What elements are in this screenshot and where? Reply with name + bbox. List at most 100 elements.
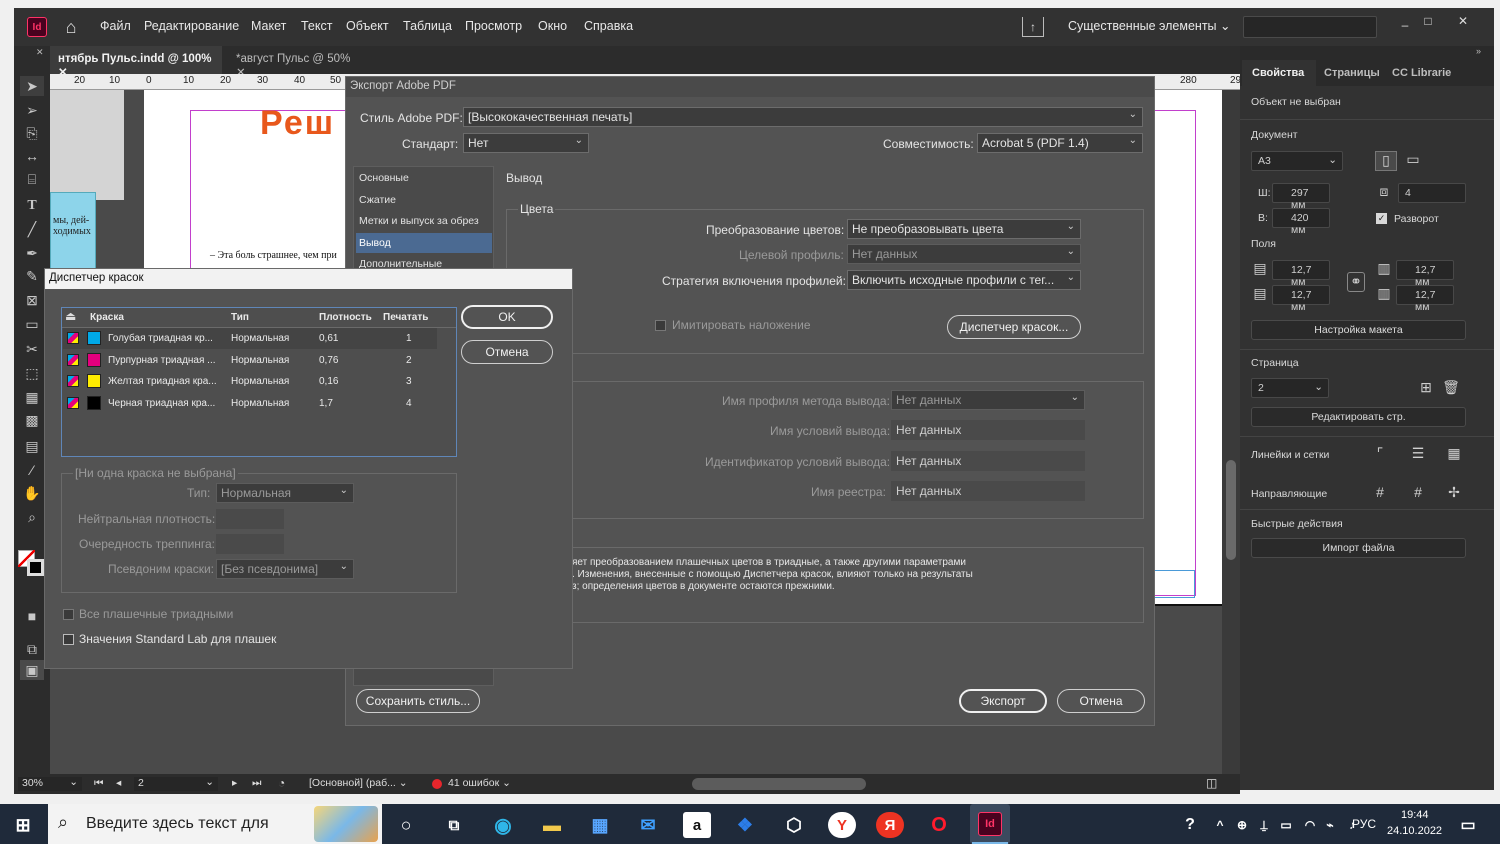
- fill-stroke-swatch[interactable]: [18, 550, 44, 576]
- menu-item-layout[interactable]: Макет: [251, 19, 286, 33]
- direct-selection-tool-icon[interactable]: ➢: [20, 100, 44, 120]
- standard-lab-checkbox[interactable]: [63, 634, 74, 645]
- nav-compression[interactable]: Сжатие: [356, 190, 492, 210]
- horizontal-scrollbar[interactable]: [692, 778, 866, 790]
- menu-item-type[interactable]: Текст: [301, 19, 332, 33]
- margin-left-field[interactable]: 12,7 мм: [1396, 260, 1454, 288]
- notifications-icon[interactable]: ▭: [1454, 812, 1482, 838]
- preflight-errors[interactable]: 41 ошибок ⌄: [448, 777, 511, 789]
- edge-icon[interactable]: ◉: [489, 812, 517, 838]
- hand-tool-icon[interactable]: ✋: [20, 483, 44, 503]
- minimize-icon[interactable]: –: [1394, 16, 1416, 34]
- save-preset-button[interactable]: Сохранить стиль...: [356, 689, 480, 713]
- compatibility-select[interactable]: Acrobat 5 (PDF 1.4) ⌄: [977, 133, 1143, 153]
- menu-item-table[interactable]: Таблица: [403, 19, 452, 33]
- gradient-swatch-tool-icon[interactable]: ▦: [20, 387, 44, 407]
- app-icon[interactable]: ⬡: [780, 812, 808, 838]
- margin-bottom-field[interactable]: 12,7 мм: [1272, 285, 1330, 313]
- input-language[interactable]: РУС: [1352, 817, 1376, 831]
- search-field[interactable]: [1243, 16, 1377, 38]
- width-field[interactable]: 297 мм: [1272, 183, 1330, 211]
- zoom-tool-icon[interactable]: ⌕: [20, 507, 44, 527]
- pages-count-field[interactable]: 4: [1398, 183, 1466, 203]
- gradient-feather-tool-icon[interactable]: ▩: [20, 410, 44, 430]
- tab-document-august[interactable]: *август Пульс @ 50% ✕: [228, 46, 368, 79]
- close-icon[interactable]: ✕: [1452, 12, 1474, 30]
- tab-properties[interactable]: Свойства: [1242, 60, 1316, 86]
- layout-adjustment-button[interactable]: Настройка макета: [1251, 320, 1466, 340]
- nav-general[interactable]: Основные: [356, 168, 492, 188]
- yandex-browser-icon[interactable]: Y: [828, 812, 856, 838]
- windows-start-icon[interactable]: ⊞: [9, 812, 37, 838]
- margin-top-field[interactable]: 12,7 мм: [1272, 260, 1330, 288]
- ink-row[interactable]: Желтая триадная кра... Нормальная 0,16 3: [63, 371, 437, 392]
- menu-item-help[interactable]: Справка: [584, 19, 633, 33]
- color-conversion-select[interactable]: Не преобразовывать цвета ⌄: [847, 219, 1081, 239]
- ok-button[interactable]: OK: [461, 305, 553, 329]
- tab-cc-libraries[interactable]: CC Librarie: [1392, 67, 1451, 79]
- rulers-icon[interactable]: ⌜: [1369, 445, 1391, 465]
- profile-policy-select[interactable]: Включить исходные профили с тег... ⌄: [847, 270, 1081, 290]
- panel-menu-icon[interactable]: »: [1476, 46, 1481, 56]
- edit-page-button[interactable]: Редактировать стр.: [1251, 407, 1466, 427]
- page-number-field[interactable]: 2 ⌄: [134, 776, 218, 791]
- ink-row[interactable]: Пурпурная триадная ... Нормальная 0,76 2: [63, 350, 437, 371]
- smart-guides-icon[interactable]: #: [1407, 484, 1429, 504]
- cancel-button[interactable]: Отмена: [461, 340, 553, 364]
- mail-icon[interactable]: ✉: [634, 812, 662, 838]
- height-field[interactable]: 420 мм: [1272, 208, 1330, 236]
- type-tool-icon[interactable]: T: [20, 196, 44, 216]
- home-icon[interactable]: ⌂: [60, 16, 82, 38]
- menu-item-view[interactable]: Просмотр: [465, 19, 522, 33]
- cancel-button[interactable]: Отмена: [1057, 689, 1145, 713]
- clock-date[interactable]: 24.10.2022: [1387, 825, 1442, 837]
- guides-icon[interactable]: #: [1369, 484, 1391, 504]
- taskbar-search[interactable]: ⌕ Введите здесь текст для: [48, 804, 382, 844]
- delete-page-icon[interactable]: 🗑: [1440, 379, 1462, 399]
- panel-collapse-icon[interactable]: ✕: [36, 47, 44, 58]
- selection-tool-icon[interactable]: ➤: [20, 76, 44, 96]
- rectangle-tool-icon[interactable]: ▭: [20, 314, 44, 334]
- share-icon[interactable]: ↑: [1022, 17, 1044, 37]
- workspace-switcher[interactable]: Существенные элементы ⌄: [1068, 18, 1231, 33]
- baseline-grid-icon[interactable]: ☰: [1407, 445, 1429, 465]
- opera-icon[interactable]: O: [925, 812, 953, 838]
- dropbox-icon[interactable]: ❖: [731, 812, 759, 838]
- page-select[interactable]: 2 ⌄: [1251, 378, 1329, 398]
- tab-pages[interactable]: Страницы: [1324, 67, 1380, 79]
- menu-item-object[interactable]: Объект: [346, 19, 389, 33]
- task-view-icon[interactable]: ⧉: [440, 812, 468, 838]
- scissors-tool-icon[interactable]: ✂: [20, 339, 44, 359]
- help-icon[interactable]: ?: [1176, 812, 1204, 838]
- store-icon[interactable]: ▦: [586, 812, 614, 838]
- cortana-icon[interactable]: ○: [392, 812, 420, 838]
- link-margins-icon[interactable]: ⚭: [1347, 272, 1365, 292]
- vertical-scrollbar[interactable]: [1222, 90, 1240, 774]
- export-button[interactable]: Экспорт: [959, 689, 1047, 713]
- line-tool-icon[interactable]: ╱: [20, 219, 44, 239]
- nav-marks-bleeds[interactable]: Метки и выпуск за обрез: [356, 211, 492, 231]
- portrait-orientation-icon[interactable]: ▯: [1375, 151, 1397, 171]
- yandex-icon[interactable]: Я: [876, 812, 904, 838]
- page-tool-icon[interactable]: ⎘: [20, 123, 44, 143]
- first-page-icon[interactable]: ⏮: [94, 777, 103, 790]
- import-file-button[interactable]: Импорт файла: [1251, 538, 1466, 558]
- document-grid-icon[interactable]: ▦: [1443, 445, 1465, 465]
- content-collector-icon[interactable]: ⌸: [20, 169, 44, 189]
- amazon-icon[interactable]: a: [683, 812, 711, 838]
- page-size-select[interactable]: A3 ⌄: [1251, 151, 1343, 171]
- clock-time[interactable]: 19:44: [1401, 809, 1429, 821]
- master-status[interactable]: [Основной] (раб... ⌄: [309, 777, 408, 789]
- facing-pages-checkbox[interactable]: ✓: [1376, 213, 1387, 224]
- landscape-orientation-icon[interactable]: ▭: [1402, 151, 1424, 171]
- last-page-icon[interactable]: ⏭: [252, 777, 261, 790]
- previous-page-icon[interactable]: ◂: [116, 777, 121, 789]
- tab-document-september[interactable]: нтябрь Пульс.indd @ 100% ✕: [50, 46, 222, 79]
- nav-output[interactable]: Вывод: [356, 233, 492, 253]
- indesign-taskbar-icon[interactable]: Id: [970, 804, 1010, 844]
- menu-item-file[interactable]: Файл: [100, 19, 131, 33]
- pdf-style-select[interactable]: [Высококачественная печать] ⌄: [463, 107, 1143, 127]
- file-explorer-icon[interactable]: ▬: [538, 812, 566, 838]
- panel-toggle-icon[interactable]: ◫: [1206, 776, 1217, 790]
- ink-row[interactable]: Черная триадная кра... Нормальная 1,7 4: [63, 393, 437, 414]
